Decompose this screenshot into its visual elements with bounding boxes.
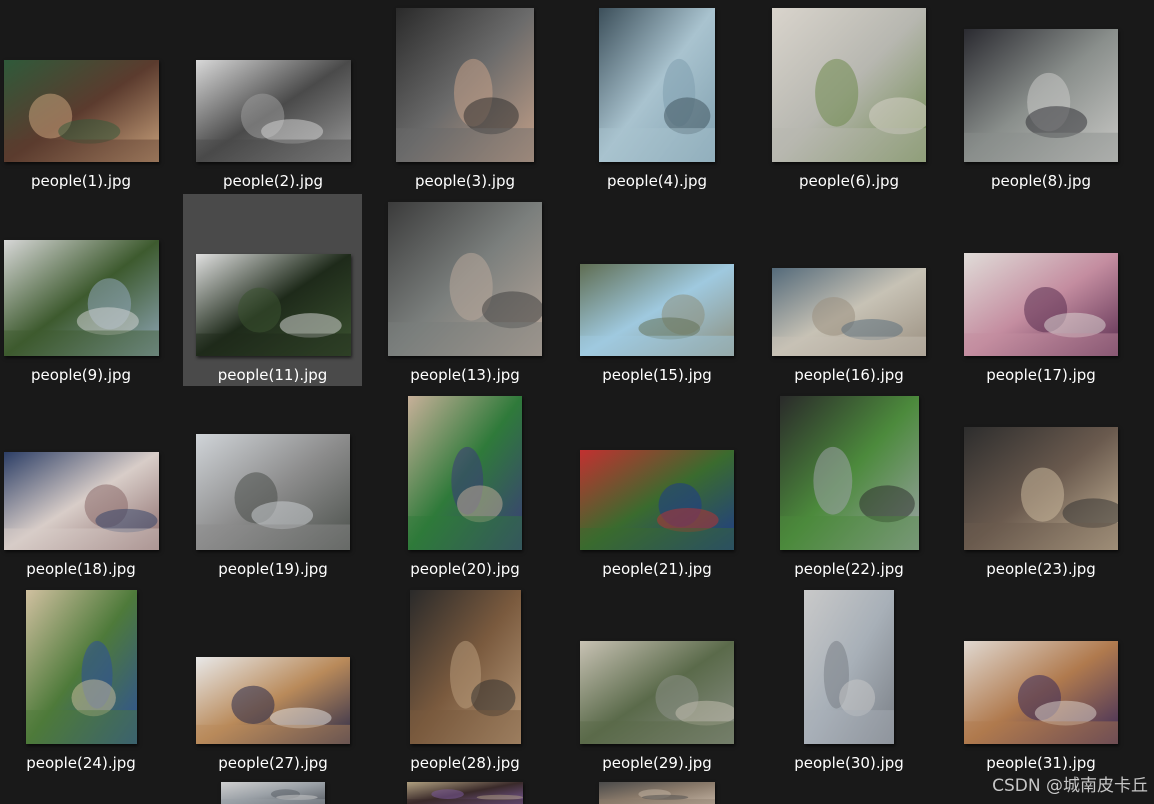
file-name-label: people(9).jpg: [30, 366, 132, 384]
csdn-watermark: CSDN @城南皮卡丘: [992, 776, 1148, 796]
file-thumbnail-item[interactable]: people(1).jpg: [0, 0, 169, 190]
file-thumbnail-item[interactable]: [185, 637, 361, 804]
thumbnail-image: [580, 450, 734, 550]
file-name-label: people(31).jpg: [986, 754, 1096, 772]
file-thumbnail-item[interactable]: people(24).jpg: [0, 577, 169, 772]
file-name-label: people(4).jpg: [606, 172, 708, 190]
file-name-label: people(18).jpg: [26, 560, 136, 578]
file-thumbnail-item[interactable]: people(9).jpg: [0, 189, 169, 384]
file-name-label: people(23).jpg: [986, 560, 1096, 578]
thumbnail-image: [408, 396, 522, 550]
file-name-label: people(13).jpg: [410, 366, 520, 384]
thumbnail-image: [3, 452, 159, 550]
file-thumbnail-item[interactable]: people(2).jpg: [185, 0, 361, 190]
file-name-label: people(20).jpg: [410, 560, 520, 578]
file-thumbnail-item[interactable]: people(20).jpg: [377, 383, 553, 578]
file-name-label: people(19).jpg: [218, 560, 328, 578]
file-name-label: people(24).jpg: [26, 754, 136, 772]
file-thumbnail-item[interactable]: people(15).jpg: [569, 189, 745, 384]
file-thumbnail-item[interactable]: people(16).jpg: [761, 189, 937, 384]
file-name-label: people(11).jpg: [217, 366, 328, 384]
file-thumbnail-item[interactable]: [569, 637, 745, 804]
file-name-label: people(1).jpg: [30, 172, 132, 190]
file-thumbnail-item[interactable]: people(30).jpg: [761, 577, 937, 772]
thumbnail-image: [195, 254, 351, 356]
thumbnail-image: [772, 8, 926, 162]
thumbnail-image: [388, 202, 542, 356]
file-thumbnail-item[interactable]: people(22).jpg: [761, 383, 937, 578]
thumbnail-image: [195, 60, 351, 162]
file-thumbnail-item[interactable]: [377, 637, 553, 804]
thumbnail-image: [25, 590, 137, 744]
thumbnail-image: [964, 29, 1118, 162]
thumbnail-image: [3, 60, 159, 162]
thumbnail-image: [964, 427, 1118, 550]
file-thumbnail-item[interactable]: people(21).jpg: [569, 383, 745, 578]
file-name-label: people(17).jpg: [986, 366, 1096, 384]
thumbnail-image: [221, 782, 325, 804]
file-thumbnail-item[interactable]: people(6).jpg: [761, 0, 937, 190]
file-name-label: people(30).jpg: [794, 754, 904, 772]
thumbnail-image: [3, 240, 159, 356]
file-thumbnail-item[interactable]: people(17).jpg: [953, 189, 1129, 384]
file-thumbnail-item[interactable]: people(23).jpg: [953, 383, 1129, 578]
thumbnail-image: [804, 590, 894, 744]
file-thumbnail-item[interactable]: people(18).jpg: [0, 383, 169, 578]
file-name-label: people(6).jpg: [798, 172, 900, 190]
file-thumbnail-item[interactable]: people(3).jpg: [377, 0, 553, 190]
file-name-label: people(2).jpg: [222, 172, 324, 190]
thumbnail-grid: people(1).jpg people(2).jpg people(3).jpg p…: [0, 0, 1154, 804]
file-thumbnail-item[interactable]: people(8).jpg: [953, 0, 1129, 190]
file-name-label: people(22).jpg: [794, 560, 904, 578]
file-name-label: people(16).jpg: [794, 366, 904, 384]
thumbnail-image: [779, 396, 919, 550]
thumbnail-image: [196, 434, 350, 550]
thumbnail-image: [772, 268, 926, 356]
file-name-label: people(21).jpg: [602, 560, 712, 578]
thumbnail-image: [396, 8, 534, 162]
file-name-label: people(3).jpg: [414, 172, 516, 190]
file-thumbnail-item[interactable]: people(11).jpg: [183, 194, 362, 386]
file-thumbnail-item[interactable]: people(4).jpg: [569, 0, 745, 190]
file-thumbnail-item[interactable]: people(31).jpg: [953, 577, 1129, 772]
file-name-label: people(15).jpg: [602, 366, 712, 384]
file-thumbnail-item[interactable]: people(19).jpg: [185, 383, 361, 578]
thumbnail-image: [964, 641, 1118, 744]
thumbnail-image: [964, 253, 1118, 356]
thumbnail-image: [599, 8, 715, 162]
thumbnail-image: [580, 264, 734, 356]
thumbnail-image: [599, 782, 715, 804]
thumbnail-image: [407, 782, 523, 804]
file-name-label: people(8).jpg: [990, 172, 1092, 190]
file-thumbnail-item[interactable]: people(13).jpg: [377, 189, 553, 384]
